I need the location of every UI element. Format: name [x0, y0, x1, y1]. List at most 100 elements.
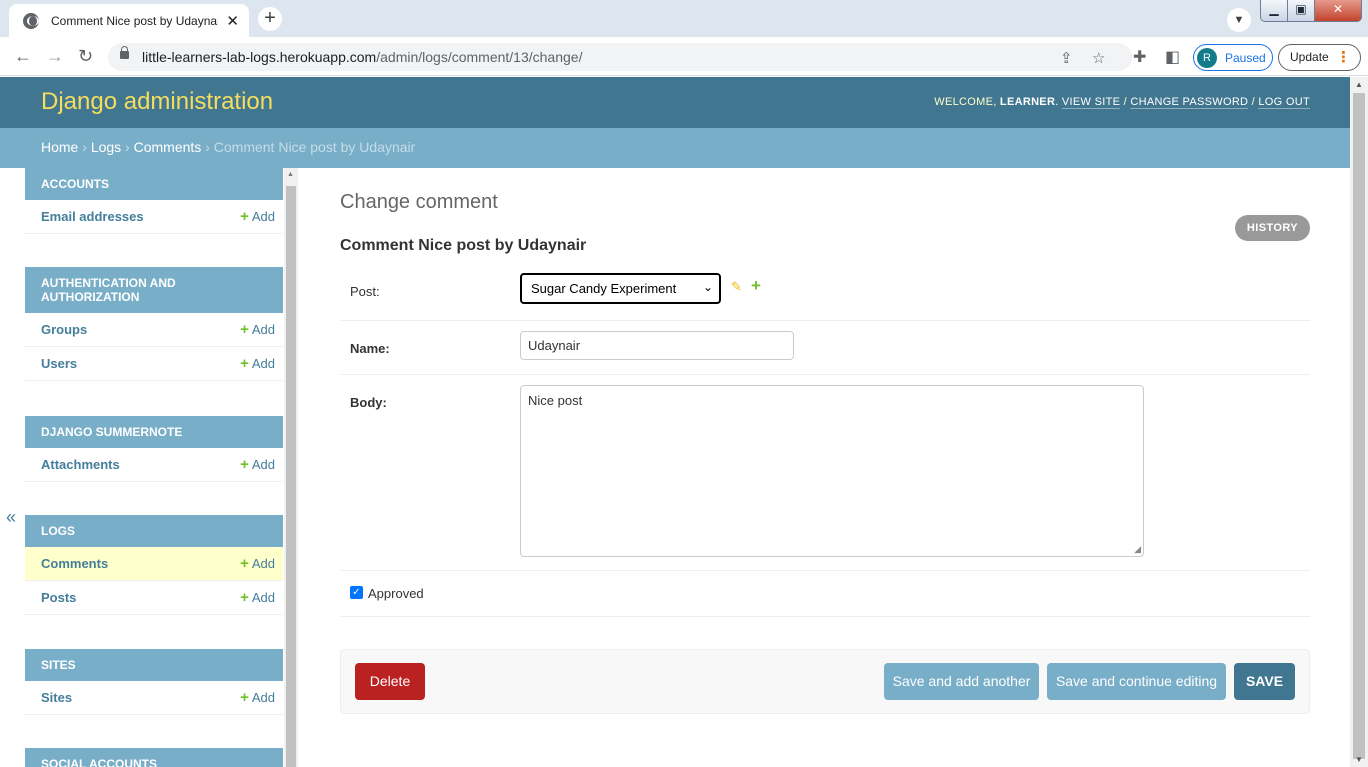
lock-icon	[120, 46, 129, 59]
scrollbar-thumb[interactable]	[286, 186, 296, 767]
breadcrumb-current: Comment Nice post by Udaynair	[213, 139, 416, 155]
approved-label[interactable]: Approved	[368, 586, 424, 601]
form-row-post: Post: Sugar Candy Experiment ⌄ ✎ +	[340, 265, 1310, 321]
tab-title: Comment Nice post by Udaynair	[51, 13, 219, 28]
tab-search-chevron-icon[interactable]: ▼	[1227, 8, 1251, 32]
breadcrumb-comments[interactable]: Comments	[134, 139, 202, 155]
sidebar-item-users[interactable]: Users + Add	[25, 347, 283, 381]
post-label: Post:	[350, 284, 380, 299]
window-close-button[interactable]: ✕	[1314, 0, 1362, 22]
module-sites: SITES Sites + Add	[25, 649, 283, 715]
plus-icon: +	[240, 555, 249, 572]
breadcrumb-home[interactable]: Home	[41, 139, 78, 155]
collapse-sidebar-icon[interactable]: «	[6, 507, 16, 528]
module-caption[interactable]: LOGS	[25, 515, 283, 547]
edit-pencil-icon[interactable]: ✎	[731, 279, 742, 295]
delete-button[interactable]: Delete	[355, 663, 425, 700]
url-text[interactable]: little-learners-lab-logs.herokuapp.com/a…	[142, 49, 582, 65]
body-label: Body:	[350, 395, 387, 410]
view-site-link[interactable]: VIEW SITE	[1061, 96, 1121, 109]
sidebar-item-sites[interactable]: Sites + Add	[25, 681, 283, 715]
sidebar-item-email-addresses[interactable]: Email addresses + Add	[25, 200, 283, 234]
module-social-accounts: SOCIAL ACCOUNTS	[25, 748, 283, 767]
add-link[interactable]: + Add	[240, 555, 275, 572]
breadcrumb-logs[interactable]: Logs	[91, 139, 121, 155]
chevron-down-icon: ⌄	[702, 280, 713, 294]
menu-dots-icon: ⋮	[1336, 49, 1351, 66]
sidebar-item-attachments[interactable]: Attachments + Add	[25, 448, 283, 482]
add-link[interactable]: + Add	[240, 355, 275, 372]
add-post-plus-icon[interactable]: +	[751, 276, 761, 296]
plus-icon: +	[240, 456, 249, 473]
sidebar-item-groups[interactable]: Groups + Add	[25, 313, 283, 347]
sidebar-item-comments[interactable]: Comments + Add	[25, 547, 283, 581]
globe-icon	[23, 12, 39, 29]
form-row-approved: ✓ Approved	[340, 571, 1310, 617]
module-logs: LOGS Comments + Add Posts + Add	[25, 515, 283, 615]
scroll-up-arrow-icon[interactable]: ▲	[1355, 80, 1363, 89]
browser-tab-strip: Comment Nice post by Udaynair ✕ + ▼ ▁ ▣ …	[0, 0, 1368, 37]
window-minimize-button[interactable]: ▁	[1260, 0, 1288, 22]
module-accounts: ACCOUNTS Email addresses + Add	[25, 168, 283, 234]
form-row-name: Name: Udaynair	[340, 321, 1310, 375]
nav-sidebar: ACCOUNTS Email addresses + Add AUTHENTICA…	[25, 168, 298, 767]
reload-icon[interactable]: ↻	[78, 46, 93, 67]
save-and-continue-button[interactable]: Save and continue editing	[1047, 663, 1226, 700]
username: LEARNER	[999, 96, 1056, 108]
plus-icon: +	[240, 355, 249, 372]
site-header: Django administration WELCOME, LEARNER. …	[0, 77, 1350, 128]
plus-icon: +	[240, 321, 249, 338]
module-caption[interactable]: SITES	[25, 649, 283, 681]
object-title: Comment Nice post by Udaynair	[340, 237, 587, 254]
avatar: R	[1197, 47, 1217, 68]
new-tab-button[interactable]: +	[258, 7, 282, 31]
site-branding[interactable]: Django administration	[41, 88, 273, 116]
plus-icon: +	[240, 589, 249, 606]
browser-tab[interactable]: Comment Nice post by Udaynair ✕	[9, 4, 249, 37]
history-button[interactable]: HISTORY	[1234, 215, 1310, 241]
back-arrow-icon[interactable]: ←	[14, 46, 32, 67]
add-link[interactable]: + Add	[240, 689, 275, 706]
approved-checkbox[interactable]: ✓	[350, 586, 363, 599]
tab-close-icon[interactable]: ✕	[226, 12, 239, 30]
sidebar-scrollbar[interactable]: ▲	[284, 168, 298, 767]
add-link[interactable]: + Add	[240, 321, 275, 338]
address-bar-row: ← → ↻ little-learners-lab-logs.herokuapp…	[0, 37, 1368, 76]
save-button[interactable]: SAVE	[1234, 663, 1295, 700]
scrollbar-thumb[interactable]	[1353, 93, 1365, 759]
bookmark-star-icon[interactable]: ☆	[1092, 49, 1105, 67]
profile-button[interactable]: R Paused	[1193, 44, 1273, 71]
change-password-link[interactable]: CHANGE PASSWORD	[1130, 96, 1249, 109]
resize-grip-icon[interactable]: ◢	[1134, 544, 1141, 555]
plus-icon: +	[240, 689, 249, 706]
module-caption[interactable]: DJANGO SUMMERNOTE	[25, 416, 283, 448]
window-restore-button[interactable]: ▣	[1287, 0, 1315, 22]
profile-status: Paused	[1225, 50, 1266, 65]
share-icon[interactable]: ⇪	[1060, 49, 1073, 67]
module-summernote: DJANGO SUMMERNOTE Attachments + Add	[25, 416, 283, 482]
user-tools: WELCOME, LEARNER. VIEW SITE / CHANGE PAS…	[934, 96, 1310, 109]
module-caption[interactable]: ACCOUNTS	[25, 168, 283, 200]
page-title: Change comment	[340, 191, 498, 213]
body-textarea[interactable]: Nice post ◢	[520, 385, 1144, 557]
save-and-add-another-button[interactable]: Save and add another	[884, 663, 1039, 700]
scroll-up-arrow-icon[interactable]: ▲	[287, 171, 294, 178]
module-caption[interactable]: AUTHENTICATION AND AUTHORIZATION	[25, 267, 283, 313]
forward-arrow-icon[interactable]: →	[46, 46, 64, 67]
module-caption[interactable]: SOCIAL ACCOUNTS	[25, 748, 283, 767]
side-panel-icon[interactable]: ◧	[1165, 47, 1180, 67]
sidebar-item-posts[interactable]: Posts + Add	[25, 581, 283, 615]
omnibox[interactable]: little-learners-lab-logs.herokuapp.com/a…	[108, 43, 1132, 71]
add-link[interactable]: + Add	[240, 208, 275, 225]
plus-icon: +	[240, 208, 249, 225]
add-link[interactable]: + Add	[240, 456, 275, 473]
scroll-down-arrow-icon[interactable]: ▼	[1355, 755, 1363, 764]
update-button[interactable]: Update ⋮	[1278, 44, 1361, 71]
extensions-puzzle-icon[interactable]: ✚	[1133, 47, 1146, 67]
submit-row: Delete Save and add another Save and con…	[340, 649, 1310, 714]
name-field[interactable]: Udaynair	[520, 331, 794, 360]
log-out-link[interactable]: LOG OUT	[1258, 96, 1310, 109]
page-scrollbar[interactable]: ▲ ▼	[1350, 77, 1368, 767]
post-select[interactable]: Sugar Candy Experiment ⌄	[520, 273, 721, 304]
add-link[interactable]: + Add	[240, 589, 275, 606]
